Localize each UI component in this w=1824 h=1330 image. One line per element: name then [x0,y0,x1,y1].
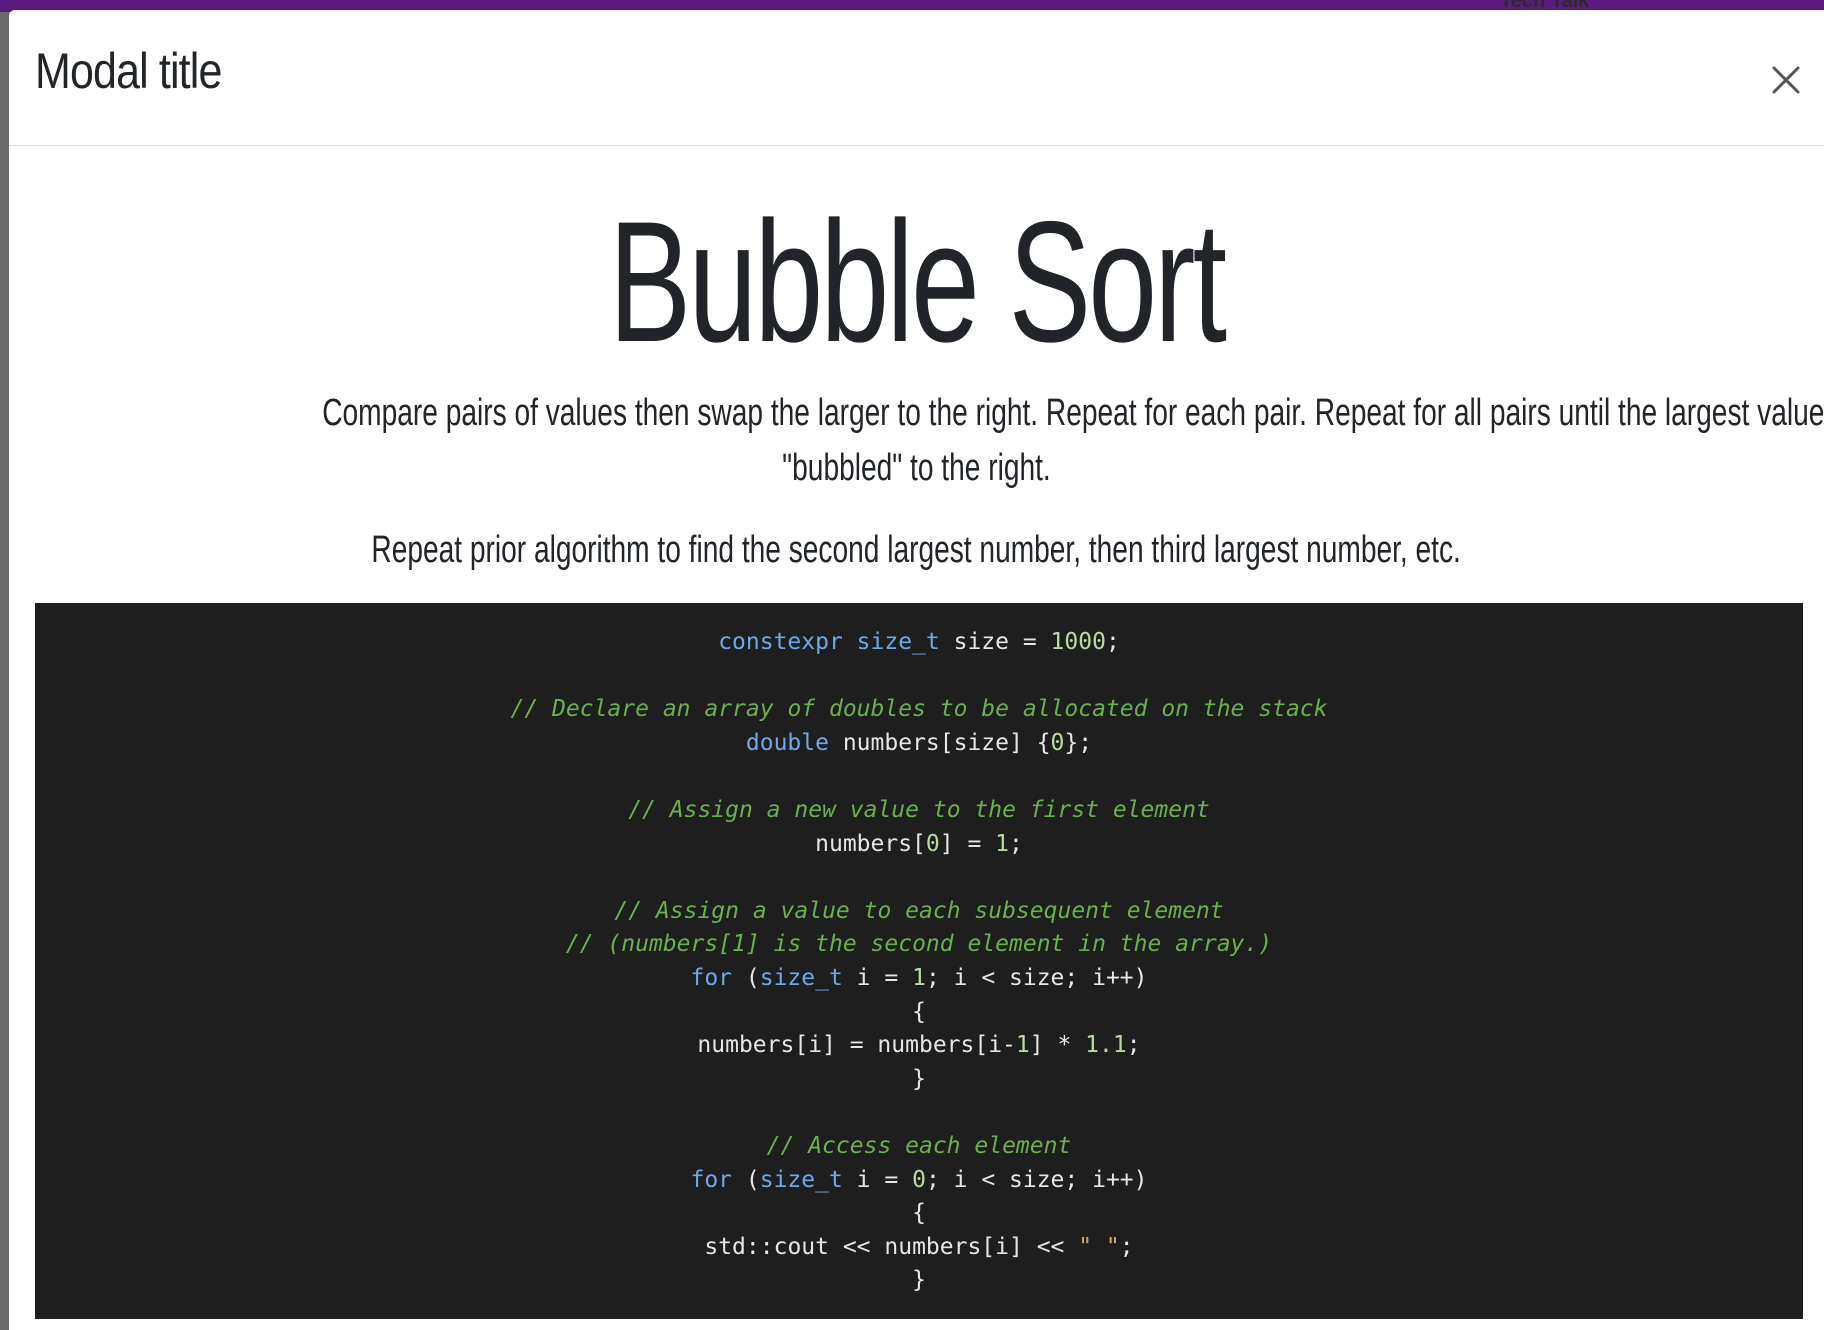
code-token: ( [732,964,760,991]
code-token: ] = [939,830,996,857]
code-token: { [912,1200,926,1227]
code-line: std::cout << numbers[i] << " "; [35,1231,1803,1265]
code-line: for (size_t i = 1; i < size; i++) [35,962,1803,996]
description-line-1: Compare pairs of values then swap the la… [322,392,1824,434]
code-token: i = [842,964,913,991]
code-block: constexpr size_t size = 1000; // Declare… [35,603,1803,1319]
code-line: // Assign a value to each subsequent ele… [35,895,1803,929]
code-token: 0 [925,830,940,857]
code-line: } [35,1264,1803,1298]
code-token: 1 [1015,1032,1030,1059]
modal-dialog: Modal title Bubble Sort Compare pairs of… [9,10,1824,1330]
close-icon [1772,66,1800,94]
code-token: numbers[ [815,830,926,857]
code-token: constexpr [718,629,843,655]
code-line: numbers[0] = 1; [35,828,1803,862]
code-token: } [912,1267,926,1294]
code-token: // (numbers[1] is the second element in … [565,931,1273,958]
code-line: { [35,996,1803,1030]
code-token: } [912,1065,926,1092]
code-line: } [35,1063,1803,1097]
code-token: // Declare an array of doubles to be all… [510,696,1328,723]
code-token: }; [1064,729,1093,756]
code-token: 1 [995,830,1010,857]
algorithm-description-repeat: Repeat prior algorithm to find the secon… [371,529,1462,571]
code-line: numbers[i] = numbers[i-1] * 1.1; [35,1029,1803,1063]
code-token: for [690,964,733,991]
code-token: // Assign a value to each subsequent ele… [614,897,1224,924]
background-overlay-edge [0,12,9,1330]
code-token: ; [1105,629,1120,655]
code-token: // Assign a new value to the first eleme… [628,796,1210,823]
code-line: // Access each element [35,1130,1803,1164]
code-token: size = [939,629,1051,655]
code-line: double numbers[size] {0}; [35,727,1803,761]
description-line-2: "bubbled" to the right. [782,447,1051,489]
algorithm-description: Compare pairs of values then swap the la… [49,386,1824,496]
code-line: for (size_t i = 0; i < size; i++) [35,1164,1803,1198]
code-token: for [690,1166,733,1193]
code-line: // Declare an array of doubles to be all… [35,693,1803,727]
algorithm-heading: Bubble Sort [608,186,1227,378]
code-token: size_t [759,1166,843,1193]
modal-body: Bubble Sort Compare pairs of values then… [9,146,1824,1330]
code-token: size_t [759,964,843,991]
code-token: ; [1126,1032,1141,1059]
code-token: std::cout << numbers[i] << [704,1233,1079,1260]
modal-header: Modal title [9,10,1824,146]
code-line: // Assign a new value to the first eleme… [35,794,1803,828]
code-token: 1000 [1050,629,1106,655]
code-token: numbers[i] = numbers[i- [697,1032,1016,1059]
code-line: constexpr size_t size = 1000; [35,626,1803,660]
code-token: double [745,729,829,756]
code-token: { [912,998,926,1025]
code-token: ; i < size; i++) [925,964,1148,991]
code-token: " " [1078,1233,1120,1260]
code-line: { [35,1197,1803,1231]
code-token: ; [1009,830,1023,857]
close-button[interactable] [1764,58,1808,102]
modal-title: Modal title [35,43,222,99]
code-line: // (numbers[1] is the second element in … [35,928,1803,962]
code-token: numbers[size] { [828,729,1051,756]
code-token: 1.1 [1085,1032,1127,1059]
code-token: 1 [912,964,926,991]
code-token: ( [732,1166,760,1193]
code-token: 0 [912,1166,926,1193]
code-token: ] * [1029,1032,1086,1059]
page: Tech Talk Modal title Bubble Sort Compar… [0,0,1824,1330]
code-token: 0 [1050,729,1065,756]
code-token: i = [842,1166,913,1193]
code-token: size_t [856,629,940,655]
code-token: // Access each element [766,1132,1072,1159]
code-token: ; [1119,1233,1134,1260]
code-token: ; i < size; i++) [925,1166,1148,1193]
